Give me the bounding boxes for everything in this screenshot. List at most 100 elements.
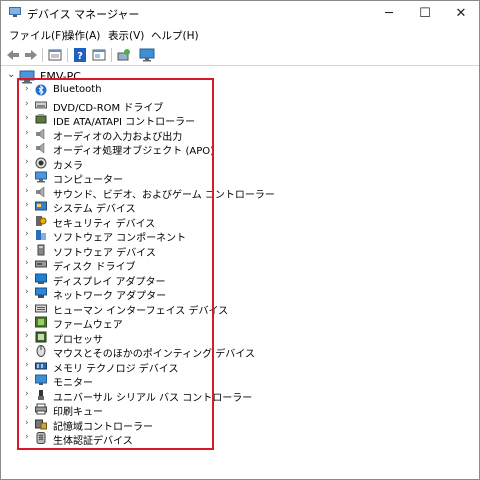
tree-item-label: Bluetooth — [53, 84, 102, 95]
computer-icon — [19, 70, 35, 84]
svg-text:?: ? — [77, 51, 83, 62]
toolbar: ? — [1, 45, 479, 66]
tree-item-security-device[interactable]: › セキュリティ デバイス — [21, 214, 209, 230]
tree-item-biometric[interactable]: › 生体認証デバイス — [21, 431, 209, 447]
speaker-icon — [36, 186, 45, 197]
close-button[interactable]: ✕ — [443, 1, 479, 25]
expand-chevron-icon[interactable]: › — [25, 287, 29, 297]
disk-drive-icon — [35, 260, 47, 268]
menu-bar: ファイル(F) 操作(A) 表示(V) ヘルプ(H) — [1, 25, 479, 45]
device-category-list: › Bluetooth › DVD/CD-ROM ドライブ › IDE ATA/ATAPI… — [21, 83, 275, 447]
security-device-icon — [36, 215, 47, 226]
tree-item-monitor[interactable]: › モニター — [21, 373, 209, 389]
device-manager-app-icon — [9, 7, 21, 17]
tree-item-system-device[interactable]: › システム デバイス — [21, 199, 209, 215]
toolbar-separator — [111, 48, 112, 62]
expand-chevron-icon[interactable]: › — [25, 157, 29, 167]
software-device-icon — [37, 244, 45, 255]
software-component-icon — [36, 230, 46, 240]
tree-item-speaker[interactable]: › サウンド、ビデオ、およびゲーム コントローラー — [21, 185, 275, 201]
dvd-drive-icon — [35, 101, 47, 108]
maximize-button[interactable]: ☐ — [407, 1, 443, 25]
expand-chevron-icon[interactable]: › — [25, 389, 29, 399]
tree-item-software-component[interactable]: › ソフトウェア コンポーネント — [21, 228, 209, 244]
window-icon[interactable] — [91, 47, 107, 63]
speaker-icon — [36, 142, 45, 154]
biometric-icon — [36, 432, 46, 444]
title-bar: デバイス マネージャー ─ ☐ ✕ — [1, 1, 479, 25]
system-device-icon — [35, 201, 47, 211]
expand-chevron-icon[interactable]: › — [25, 374, 29, 384]
expand-chevron-icon[interactable]: › — [25, 99, 29, 109]
collapse-chevron-icon[interactable]: ⌄ — [7, 69, 15, 80]
processor-icon — [35, 331, 47, 342]
tree-item-camera[interactable]: › カメラ — [21, 156, 209, 172]
tree-root-label: FMV-PC — [40, 70, 81, 83]
expand-chevron-icon[interactable]: › — [25, 432, 29, 442]
expand-chevron-icon[interactable]: › — [25, 403, 29, 413]
expand-chevron-icon[interactable]: › — [25, 113, 29, 123]
tree-item-bluetooth[interactable]: › Bluetooth — [21, 83, 209, 98]
tree-item-speaker[interactable]: › オーディオの入力および出力 — [21, 127, 209, 143]
tree-item-network-adapter[interactable]: › ネットワーク アダプター — [21, 286, 209, 302]
memory-icon — [35, 362, 47, 369]
tree-item-ide-controller[interactable]: › IDE ATA/ATAPI コントローラー — [21, 112, 209, 128]
tree-item-software-device[interactable]: › ソフトウェア デバイス — [21, 243, 209, 259]
tree-item-memory[interactable]: › メモリ テクノロジ デバイス — [21, 359, 209, 375]
tree-item-computer[interactable]: › コンピューター — [21, 170, 209, 186]
tree-item-speaker[interactable]: › オーディオ処理オブジェクト (APO) — [21, 141, 214, 157]
expand-chevron-icon[interactable]: › — [25, 273, 29, 283]
menu-file[interactable]: ファイル(F) — [9, 28, 65, 43]
expand-chevron-icon[interactable]: › — [25, 84, 29, 94]
tree-item-storage-controller[interactable]: › 記憶域コントローラー — [21, 417, 209, 433]
bluetooth-icon — [35, 84, 47, 96]
expand-chevron-icon[interactable]: › — [25, 316, 29, 326]
expand-chevron-icon[interactable]: › — [25, 128, 29, 138]
expand-chevron-icon[interactable]: › — [25, 171, 29, 181]
tree-item-firmware[interactable]: › ファームウェア — [21, 315, 209, 331]
usb-icon — [38, 389, 44, 400]
expand-chevron-icon[interactable]: › — [25, 229, 29, 239]
menu-view[interactable]: 表示(V) — [108, 28, 144, 43]
forward-icon[interactable] — [23, 47, 39, 63]
monitor-icon[interactable] — [139, 47, 155, 63]
tree-item-disk-drive[interactable]: › ディスク ドライブ — [21, 257, 209, 273]
help-icon[interactable]: ? — [72, 47, 88, 63]
minimize-button[interactable]: ─ — [371, 1, 407, 25]
tree-item-display-adapter[interactable]: › ディスプレイ アダプター — [21, 272, 209, 288]
expand-chevron-icon[interactable]: › — [25, 418, 29, 428]
expand-chevron-icon[interactable]: › — [25, 360, 29, 370]
firmware-icon — [35, 316, 47, 328]
back-icon[interactable] — [5, 47, 21, 63]
tree-item-dvd-drive[interactable]: › DVD/CD-ROM ドライブ — [21, 98, 209, 114]
expand-chevron-icon[interactable]: › — [25, 302, 29, 312]
expand-chevron-icon[interactable]: › — [25, 186, 29, 196]
tree-item-mouse[interactable]: › マウスとそのほかのポインティング デバイス — [21, 344, 255, 360]
expand-chevron-icon[interactable]: › — [25, 200, 29, 210]
properties-icon[interactable] — [47, 47, 63, 63]
ide-controller-icon — [35, 114, 47, 124]
tree-item-usb[interactable]: › ユニバーサル シリアル バス コントローラー — [21, 388, 252, 404]
menu-action[interactable]: 操作(A) — [64, 28, 100, 43]
scan-hardware-icon[interactable] — [116, 47, 132, 63]
expand-chevron-icon[interactable]: › — [25, 331, 29, 341]
device-tree-pane: ⌄ FMV-PC › Bluetooth › DVD/CD-ROM ドライブ › IDE … — [1, 66, 477, 478]
printer-icon — [35, 403, 47, 415]
menu-help[interactable]: ヘルプ(H) — [151, 28, 199, 43]
tree-item-processor[interactable]: › プロセッサ — [21, 330, 209, 346]
expand-chevron-icon[interactable]: › — [25, 258, 29, 268]
camera-icon — [35, 157, 47, 168]
device-manager-window: デバイス マネージャー ─ ☐ ✕ ファイル(F) 操作(A) 表示(V) ヘル… — [0, 0, 480, 480]
expand-chevron-icon[interactable]: › — [25, 345, 29, 355]
expand-chevron-icon[interactable]: › — [25, 244, 29, 254]
tree-item-printer[interactable]: › 印刷キュー — [21, 402, 209, 418]
monitor-icon — [35, 374, 47, 385]
window-title: デバイス マネージャー — [27, 8, 140, 21]
expand-chevron-icon[interactable]: › — [25, 215, 29, 225]
expand-chevron-icon[interactable]: › — [25, 142, 29, 152]
toolbar-separator — [42, 48, 43, 62]
storage-controller-icon — [35, 419, 47, 429]
display-adapter-icon — [35, 273, 47, 284]
tree-item-label: 生体認証デバイス — [53, 436, 133, 447]
tree-item-hid[interactable]: › ヒューマン インターフェイス デバイス — [21, 301, 228, 317]
